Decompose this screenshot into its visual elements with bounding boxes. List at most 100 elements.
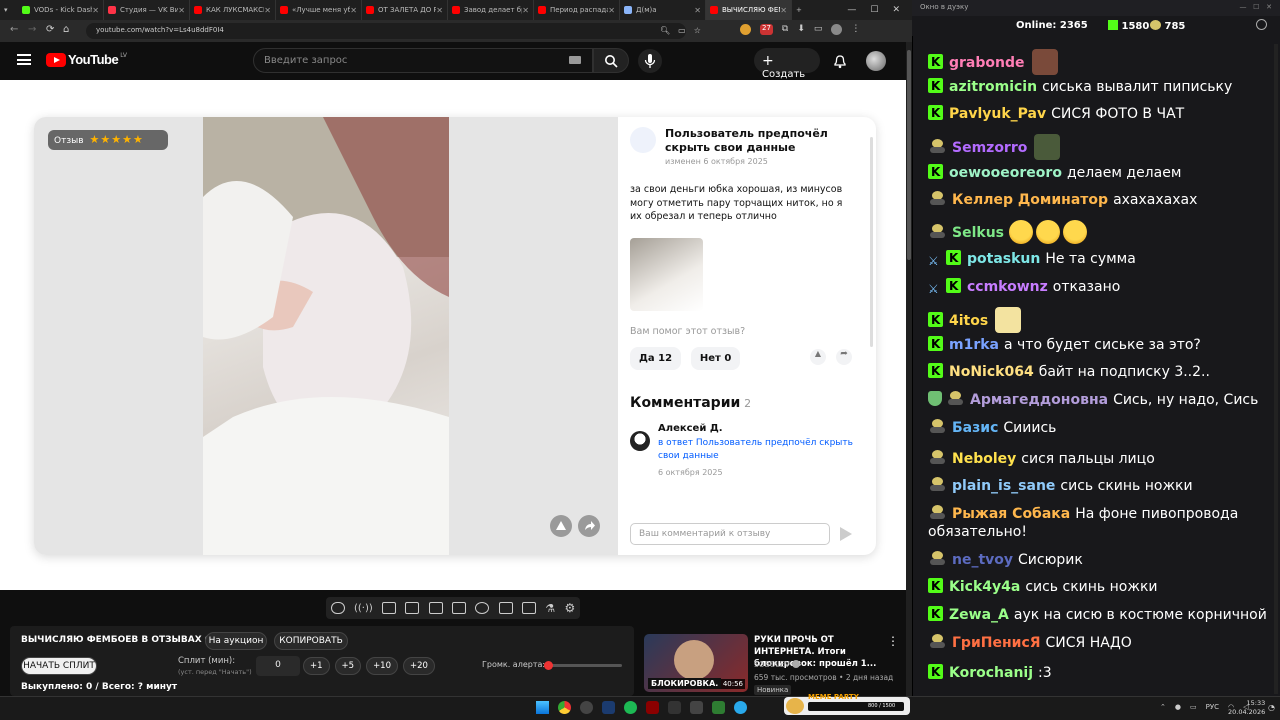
browser-tab[interactable]: Д(м)а ✕ <box>620 0 706 20</box>
report-photo-button[interactable] <box>550 515 572 537</box>
chat-close-icon[interactable]: ✕ <box>1266 3 1272 11</box>
tab-close-icon[interactable]: ✕ <box>608 6 615 15</box>
chat-username[interactable]: Базис <box>952 420 998 436</box>
extension-icon[interactable] <box>740 24 751 35</box>
settings-gear-icon[interactable]: ⚙ <box>564 601 575 615</box>
review-photo[interactable] <box>203 117 449 555</box>
slider-knob[interactable] <box>543 661 553 670</box>
increment-button[interactable]: +5 <box>334 657 362 675</box>
split-minutes-input[interactable]: 0 <box>256 656 300 676</box>
telegram-taskbar-icon[interactable] <box>734 701 747 714</box>
speed-icon[interactable] <box>475 602 490 614</box>
chat-settings-icon[interactable] <box>1256 19 1267 30</box>
sidebar-icon[interactable]: ▭ <box>814 24 823 35</box>
downloads-icon[interactable]: ⬇ <box>797 24 805 35</box>
browser-tab[interactable]: ВЫЧИСЛЯЮ ФЕМ ✕ <box>706 0 792 20</box>
account-avatar[interactable] <box>866 51 886 71</box>
channel-name[interactable]: SOBOLEV <box>754 660 790 669</box>
url-input[interactable]: youtube.com/watch?v=Ls4u8ddF0I4 <box>86 23 686 39</box>
mic-tray-icon[interactable]: ● <box>1175 703 1181 711</box>
create-button[interactable]: + Создать <box>754 48 820 80</box>
comment-input[interactable]: Ваш комментарий к отзыву <box>630 523 830 545</box>
cast-icon[interactable]: ▭ <box>678 26 686 35</box>
share-photo-button[interactable] <box>578 515 600 537</box>
profile-icon[interactable] <box>831 24 843 35</box>
chat-username[interactable]: Neboley <box>952 451 1016 467</box>
browser-tab[interactable]: Завод делает бро✕ <box>448 0 534 20</box>
browser-tab[interactable]: Период распада ✕ <box>534 0 620 20</box>
chat-scrollbar[interactable] <box>1274 44 1278 694</box>
chat-username[interactable]: 4itos <box>949 313 988 329</box>
zoom-search-icon[interactable]: 🔍︎ <box>660 26 670 35</box>
search-input[interactable]: Введите запрос <box>253 48 593 73</box>
recommended-thumbnail[interactable]: БЛОКИРОВКА. 40:56 <box>644 634 748 692</box>
chat-username[interactable]: Pavlyuk_Pav <box>949 106 1046 122</box>
picture-in-picture-icon[interactable] <box>428 602 443 614</box>
chat-username[interactable]: Zewa_A <box>949 607 1009 623</box>
meme-party-widget[interactable]: MEME PARTY 800 / 1500 <box>784 693 910 715</box>
tab-close-icon[interactable]: ✕ <box>522 6 529 15</box>
browser-tab[interactable]: Студия — VK Видео✕ <box>104 0 190 20</box>
flask-icon[interactable]: ⚗ <box>545 602 555 615</box>
share-review-icon[interactable]: ➦ <box>836 348 852 365</box>
tab-close-icon[interactable]: ✕ <box>694 6 701 15</box>
app3-taskbar-icon[interactable] <box>690 701 703 714</box>
review-scrollbar[interactable] <box>870 137 873 347</box>
helpful-no-button[interactable]: Нет 0 <box>690 346 741 370</box>
chat-username[interactable]: ne_tvoy <box>952 552 1013 568</box>
start-split-button[interactable]: НАЧАТЬ СПЛИТ <box>21 657 97 675</box>
chat-username[interactable]: ccmkownz <box>967 279 1048 295</box>
browser-tab[interactable]: ОТ ЗАЛЕТА ДО РА ✕ <box>362 0 448 20</box>
search-button[interactable] <box>593 48 629 73</box>
spotify-taskbar-icon[interactable] <box>624 701 637 714</box>
steam-taskbar-icon[interactable] <box>602 701 615 714</box>
notifications-bell-icon[interactable] <box>832 53 848 69</box>
tab-menu-button[interactable]: ▾ <box>0 0 18 20</box>
obs-taskbar-icon[interactable] <box>580 701 593 714</box>
add-frame-icon[interactable] <box>498 602 513 614</box>
new-tab-button[interactable]: + <box>792 0 810 20</box>
tab-close-icon[interactable]: ✕ <box>92 6 99 15</box>
hamburger-menu-icon[interactable] <box>17 54 31 65</box>
chat-username[interactable]: grabonde <box>949 55 1025 71</box>
chat-username[interactable]: m1rka <box>949 337 999 353</box>
chat-minimize-icon[interactable]: — <box>1239 3 1246 11</box>
helpful-yes-button[interactable]: Да 12 <box>630 346 682 370</box>
notification-bell-icon[interactable]: ◔ <box>1268 703 1275 712</box>
network-tray-icon[interactable]: ▭ <box>1190 703 1197 711</box>
tab-close-icon[interactable]: ✕ <box>178 6 185 15</box>
app-taskbar-icon[interactable] <box>646 701 659 714</box>
chat-maximize-icon[interactable]: ☐ <box>1253 3 1259 11</box>
recommended-video[interactable]: БЛОКИРОВКА. 40:56 РУКИ ПРОЧЬ ОТ ИНТЕРНЕТ… <box>644 630 904 696</box>
chat-username[interactable]: Selkus <box>952 225 1004 241</box>
chat-username[interactable]: Korochanij <box>949 665 1033 681</box>
chrome-taskbar-icon[interactable] <box>558 701 571 714</box>
increment-button[interactable]: +20 <box>403 657 435 675</box>
browser-tab[interactable]: «Лучше меня убь ✕ <box>276 0 362 20</box>
browser-tab[interactable]: VODs - Kick Dashb✕ <box>18 0 104 20</box>
app4-taskbar-icon[interactable] <box>712 701 725 714</box>
auction-button[interactable]: На аукцион <box>205 632 267 650</box>
chat-username[interactable]: azitromicin <box>949 79 1037 95</box>
report-review-icon[interactable]: ▲ <box>810 348 826 365</box>
voice-search-button[interactable] <box>638 49 662 73</box>
keyboard-icon[interactable] <box>569 56 581 64</box>
loop-icon[interactable] <box>330 602 345 614</box>
chat-username[interactable]: Рыжая Собака <box>952 506 1070 522</box>
send-comment-icon[interactable] <box>840 527 852 541</box>
subtitles-icon[interactable] <box>452 602 467 614</box>
home-icon[interactable]: ⌂ <box>63 24 69 35</box>
reload-icon[interactable]: ⟳ <box>46 24 54 35</box>
review-thumbnail[interactable] <box>630 237 703 311</box>
minimize-icon[interactable]: — <box>847 5 856 15</box>
tab-close-icon[interactable]: ✕ <box>780 6 787 15</box>
forward-icon[interactable]: → <box>28 24 36 35</box>
comment-reply-to[interactable]: в ответ Пользователь предпочёл скрыть св… <box>658 437 863 463</box>
extensions-icon[interactable]: ⧉ <box>782 24 788 35</box>
chat-username[interactable]: potaskun <box>967 251 1040 267</box>
close-window-icon[interactable]: ✕ <box>892 5 900 15</box>
extension-badge[interactable]: 27 <box>760 24 773 35</box>
tab-close-icon[interactable]: ✕ <box>436 6 443 15</box>
youtube-logo[interactable]: YouTube LV <box>46 52 127 67</box>
tab-close-icon[interactable]: ✕ <box>350 6 357 15</box>
